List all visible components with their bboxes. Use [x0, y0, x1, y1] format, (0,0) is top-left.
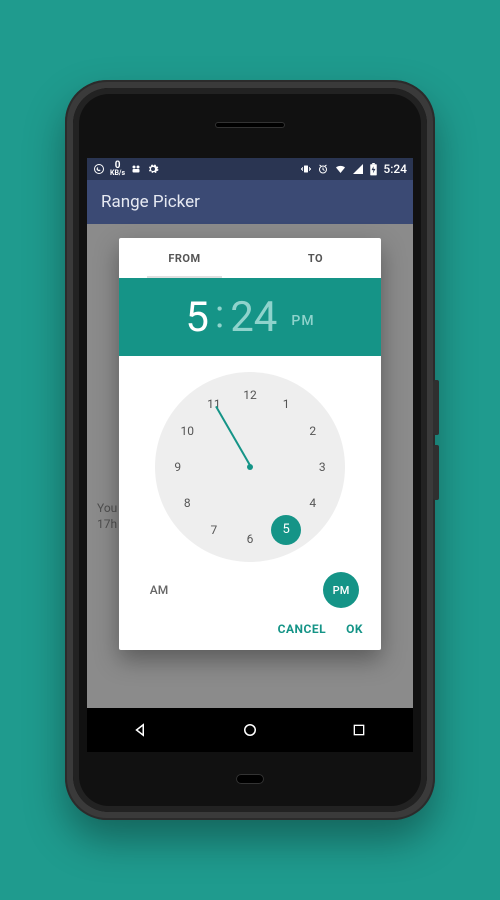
am-toggle[interactable]: AM	[141, 583, 177, 597]
gear-icon	[147, 163, 159, 175]
clock-9[interactable]: 9	[166, 455, 190, 479]
alarm-icon	[317, 163, 329, 175]
dialog-actions: CANCEL OK	[119, 612, 381, 650]
nav-home-icon[interactable]	[240, 720, 260, 740]
status-bar: 0 KB/s	[87, 158, 413, 180]
clock-12[interactable]: 12	[238, 383, 262, 407]
wifi-icon	[334, 163, 347, 175]
clock-face[interactable]: 12 1 2 3 4 6 7 8 9 10 11 5	[155, 372, 345, 562]
cancel-button[interactable]: CANCEL	[278, 622, 326, 636]
page-title: Range Picker	[101, 192, 200, 212]
cyanogen-icon	[130, 163, 142, 175]
status-time: 5:24	[383, 162, 407, 176]
time-hour[interactable]: 5	[185, 293, 209, 342]
clock-2[interactable]: 2	[301, 419, 325, 443]
phone-frame: 0 KB/s	[65, 80, 435, 820]
signal-icon	[352, 163, 364, 175]
clock-4[interactable]: 4	[301, 491, 325, 515]
phone-speaker	[215, 122, 285, 128]
volume-down-button	[433, 445, 439, 500]
clock-11[interactable]: 11	[202, 392, 226, 416]
ampm-row: AM PM	[119, 566, 381, 612]
nav-recent-icon[interactable]	[349, 720, 369, 740]
battery-charging-icon	[369, 163, 378, 176]
app-bar: Range Picker	[87, 180, 413, 224]
dialog-tabs: FROM TO	[119, 238, 381, 278]
clock-8[interactable]: 8	[175, 491, 199, 515]
clock-6[interactable]: 6	[238, 527, 262, 551]
vibrate-icon	[300, 163, 312, 175]
time-range-dialog: FROM TO 5 : 24 PM 12 1 2 3 4 6 7 8	[119, 238, 381, 650]
clock-center	[247, 464, 253, 470]
time-ampm: PM	[291, 313, 314, 329]
screen: 0 KB/s	[87, 158, 413, 752]
network-speed: 0 KB/s	[110, 161, 125, 177]
time-colon: :	[215, 293, 224, 337]
tab-to[interactable]: TO	[250, 238, 381, 278]
ok-button[interactable]: OK	[346, 622, 363, 636]
clock-7[interactable]: 7	[202, 518, 226, 542]
clock-selected-5[interactable]: 5	[271, 515, 301, 545]
clock-1[interactable]: 1	[274, 392, 298, 416]
clock-10[interactable]: 10	[175, 419, 199, 443]
time-minute[interactable]: 24	[230, 293, 277, 342]
nav-back-icon[interactable]	[131, 720, 151, 740]
tab-from[interactable]: FROM	[119, 238, 250, 278]
volume-up-button	[433, 380, 439, 435]
clock-3[interactable]: 3	[310, 455, 334, 479]
navigation-bar	[87, 708, 413, 752]
pm-toggle[interactable]: PM	[323, 572, 359, 608]
whatsapp-icon	[93, 163, 105, 175]
clock-hand[interactable]	[215, 406, 252, 468]
time-display: 5 : 24 PM	[119, 278, 381, 356]
phone-home-slot	[236, 774, 264, 784]
